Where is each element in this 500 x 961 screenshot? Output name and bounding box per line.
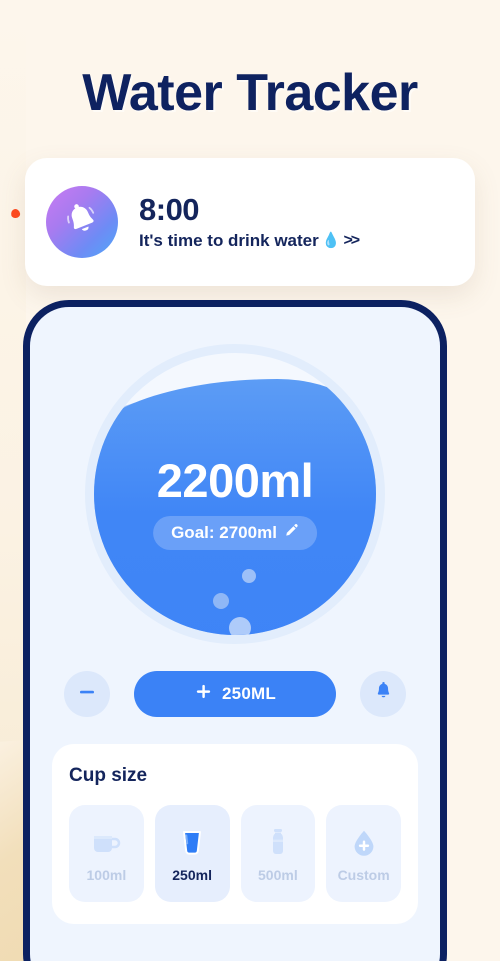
plus-icon xyxy=(194,682,213,706)
cup-size-option-250ml[interactable]: 250ml xyxy=(154,805,230,902)
bell-icon xyxy=(373,681,394,707)
pencil-icon[interactable] xyxy=(284,523,299,543)
chevron-right-icon: >> xyxy=(343,232,360,249)
reminder-button[interactable] xyxy=(360,671,406,717)
decrease-water-button[interactable] xyxy=(64,671,110,717)
phone-mockup: 2200ml Goal: 2700ml 250ML Cup size 100ml… xyxy=(23,300,447,961)
add-water-button[interactable]: 250ML xyxy=(134,671,336,717)
bubble-large xyxy=(229,617,251,635)
notification-avatar xyxy=(46,186,118,258)
cup-size-options: 100ml 250ml 500ml Custom xyxy=(69,805,401,902)
mug-icon xyxy=(89,824,123,858)
cup-size-card: Cup size 100ml 250ml 500ml Custom xyxy=(52,744,418,924)
cup-icon xyxy=(175,824,209,858)
page-title: Water Tracker xyxy=(82,64,418,122)
bottle-icon xyxy=(261,824,295,858)
water-drop-emoji: 💧 xyxy=(321,232,341,249)
goal-edit-pill[interactable]: Goal: 2700ml xyxy=(153,516,317,550)
notification-card[interactable]: 8:00 It's time to drink water 💧 >> xyxy=(25,158,475,286)
notification-time: 8:00 xyxy=(139,192,200,227)
water-progress-circle[interactable]: 2200ml Goal: 2700ml xyxy=(85,344,385,644)
cup-size-label: Custom xyxy=(337,867,390,883)
bubble-small xyxy=(242,569,256,583)
action-button-row: 250ML xyxy=(64,671,406,717)
add-water-label: 250ML xyxy=(222,684,276,703)
cup-size-option-500ml[interactable]: 500ml xyxy=(240,805,316,902)
cup-size-option-100ml[interactable]: 100ml xyxy=(69,805,144,902)
cup-size-label: 500ml xyxy=(258,867,298,883)
cup-size-option-custom[interactable]: Custom xyxy=(326,805,401,902)
bell-icon xyxy=(61,199,103,246)
droplet-plus-icon xyxy=(348,824,380,858)
notification-message: It's time to drink water xyxy=(139,231,319,250)
goal-label: Goal: 2700ml xyxy=(171,523,277,542)
bubble-medium xyxy=(213,593,229,609)
cup-size-label: 250ml xyxy=(172,867,212,883)
water-amount-value: 2200ml xyxy=(156,454,314,507)
minus-icon xyxy=(77,682,97,707)
notification-text-block: 8:00 It's time to drink water 💧 >> xyxy=(139,192,360,252)
cup-size-title: Cup size xyxy=(69,765,148,786)
notification-message-row: It's time to drink water 💧 >> xyxy=(139,230,360,252)
cup-size-label: 100ml xyxy=(86,867,127,883)
